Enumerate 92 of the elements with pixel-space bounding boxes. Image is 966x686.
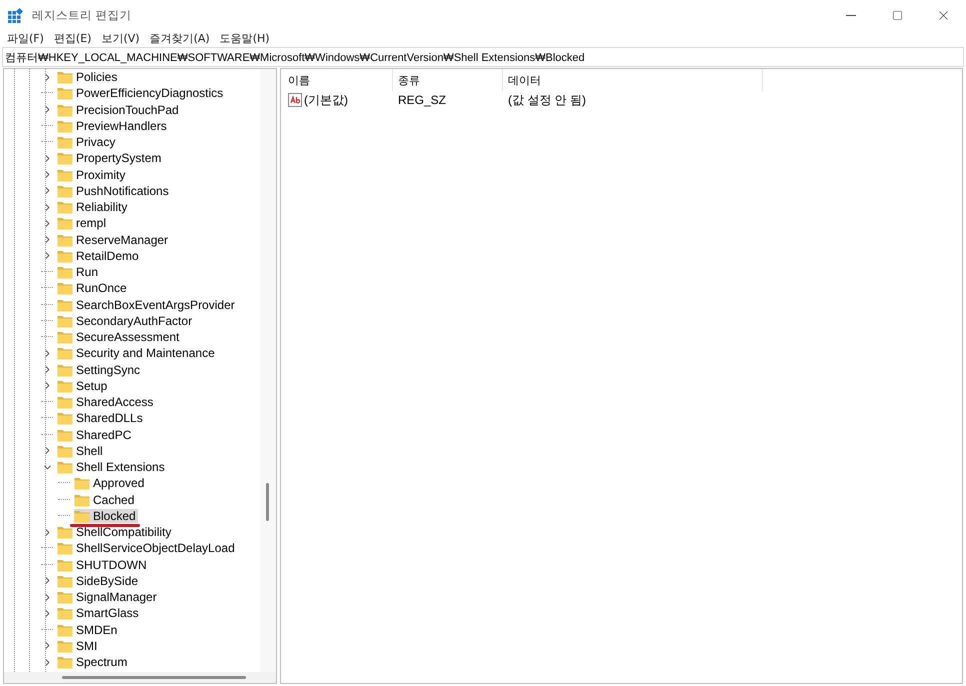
folder-icon [74, 508, 90, 523]
tree-item[interactable]: SMDEn [76, 622, 118, 637]
menu-item[interactable]: 도움말(H) [214, 30, 275, 46]
tree-item[interactable]: SecondaryAuthFactor [76, 314, 192, 328]
tree-item[interactable]: Approved [93, 476, 144, 490]
folder-icon [74, 492, 90, 507]
folder-icon [57, 574, 73, 588]
minimize-icon [846, 14, 856, 16]
folder-icon [57, 102, 73, 117]
folder-icon [57, 558, 73, 572]
folder-icon [57, 655, 73, 670]
folder-icon [57, 118, 73, 133]
folder-icon [57, 444, 73, 458]
tree-item[interactable]: SignalManager [76, 590, 157, 604]
folder-icon [57, 298, 73, 312]
tree-item[interactable]: Shell Extensions [76, 460, 165, 474]
tree-item[interactable]: SecureAssessment [76, 330, 180, 344]
folder-icon [57, 541, 73, 556]
tree-item[interactable]: SharedAccess [76, 395, 154, 410]
tree-item[interactable]: SettingSync [76, 362, 140, 377]
tree-item[interactable]: SHUTDOWN [76, 558, 147, 572]
scrollbar-thumb[interactable] [266, 483, 269, 521]
tree-item[interactable]: ShellCompatibility [76, 525, 172, 540]
window-title: 레지스트리 편집기 [32, 8, 133, 22]
maximize-icon [892, 10, 902, 20]
tree-item[interactable]: Setup [76, 378, 108, 393]
tree-item[interactable]: rempl [76, 216, 106, 230]
tree-item[interactable]: ShellServiceObjectDelayLoad [76, 541, 235, 556]
address-field[interactable]: 컴퓨터₩HKEY_LOCAL_MACHINE₩SOFTWARE₩Microsoft₩Windows₩CurrentVersion₩Shell Extensions₩Blocked [2, 47, 964, 67]
column-header[interactable]: 데이터 [503, 69, 763, 91]
folder-icon [57, 168, 73, 182]
column-header[interactable]: 종류 [393, 69, 503, 91]
value-type: REG_SZ [398, 93, 446, 107]
folder-icon [57, 460, 73, 474]
folder-icon [57, 86, 73, 100]
string-value-icon [288, 93, 302, 107]
folder-icon [57, 346, 73, 360]
tree-item[interactable]: Security and Maintenance [76, 346, 215, 360]
tree-item[interactable]: PowerEfficiencyDiagnostics [76, 86, 224, 100]
tree-item[interactable]: Privacy [76, 135, 116, 150]
tree-item[interactable]: PrecisionTouchPad [76, 102, 179, 117]
folder-icon [57, 622, 73, 637]
folder-icon [57, 248, 73, 263]
tree-item[interactable]: PreviewHandlers [76, 118, 167, 133]
folder-icon [57, 232, 73, 247]
tree-item[interactable]: SharedDLLs [76, 411, 143, 426]
tree-item[interactable]: SharedPC [76, 428, 132, 442]
tree-item[interactable]: RetailDemo [76, 248, 139, 263]
folder-icon [74, 476, 90, 490]
tree-item[interactable]: Run [76, 265, 98, 280]
tree-item[interactable]: SearchBoxEventArgsProvider [76, 298, 235, 312]
tree-item[interactable]: Shell [76, 444, 103, 458]
tree-item[interactable]: ReserveManager [76, 232, 168, 247]
tree-item[interactable]: Cached [93, 492, 134, 507]
folder-icon [57, 70, 73, 84]
tree-item[interactable]: SmartGlass [76, 606, 139, 620]
folder-icon [57, 200, 73, 214]
folder-icon [57, 411, 73, 426]
folder-icon [57, 314, 73, 328]
tree-item[interactable]: Reliability [76, 200, 128, 214]
value-data: (값 설정 안 됨) [508, 92, 586, 108]
folder-icon [57, 395, 73, 410]
folder-icon [57, 378, 73, 393]
folder-icon [57, 638, 73, 653]
menu-item[interactable]: 보기(V) [96, 30, 145, 46]
tree-item[interactable]: Proximity [76, 168, 126, 182]
tree-item[interactable]: Policies [76, 70, 118, 84]
tree-item[interactable]: PushNotifications [76, 184, 169, 198]
folder-icon [57, 151, 73, 166]
tree-item[interactable]: SMI [76, 638, 98, 653]
folder-icon [57, 281, 73, 296]
folder-icon [57, 135, 73, 150]
folder-icon [57, 330, 73, 344]
folder-icon [57, 216, 73, 230]
folder-icon [57, 428, 73, 442]
folder-icon [57, 265, 73, 280]
column-header[interactable]: 이름 [283, 69, 393, 91]
menu-item[interactable]: 편집(E) [48, 30, 96, 46]
folder-icon [57, 362, 73, 377]
tree-item[interactable]: SideBySide [76, 574, 138, 588]
folder-icon [57, 184, 73, 198]
tree-item[interactable]: RunOnce [76, 281, 127, 296]
folder-icon [57, 606, 73, 620]
menu-item[interactable]: 파일(F) [2, 30, 49, 46]
folder-icon [57, 525, 73, 540]
menu-item[interactable]: 즐겨찾기(A) [144, 30, 215, 46]
tree-item[interactable]: PropertySystem [76, 151, 162, 166]
value-name: (기본값) [304, 92, 348, 108]
app-icon [8, 8, 23, 22]
tree-item[interactable]: Spectrum [76, 655, 128, 670]
scrollbar-thumb[interactable] [62, 676, 246, 679]
folder-icon [57, 590, 73, 604]
